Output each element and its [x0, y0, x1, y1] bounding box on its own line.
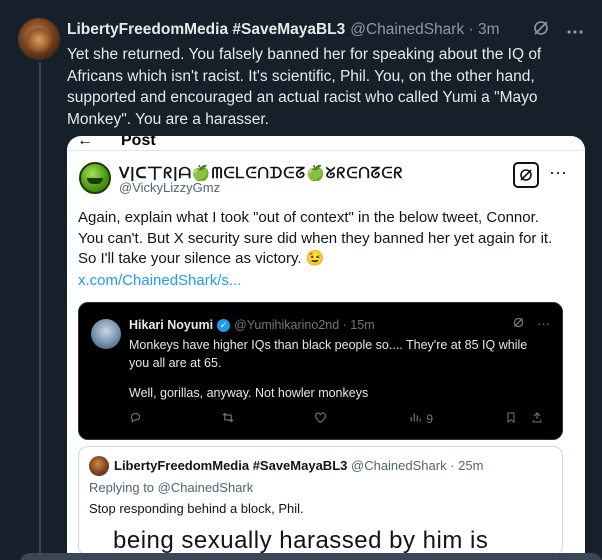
verified-badge-icon: ✓ [217, 318, 231, 332]
author-name[interactable]: LibertyFreedomMedia #SaveMayaBL3 [67, 21, 345, 39]
post-text: Yet she returned. You falsely banned her… [67, 46, 542, 128]
embedded-header: Hikari Noyumi ✓ @Yumihikarino2nd · 15m [129, 318, 375, 332]
reply-icon [129, 411, 142, 427]
avatar[interactable] [18, 18, 60, 60]
embedded-name: Hikari Noyumi [129, 318, 214, 332]
views-icon: 9 [409, 411, 433, 426]
grok-icon[interactable] [532, 19, 550, 42]
image-header: ← Post [77, 136, 156, 150]
embedded-avatar [91, 319, 121, 349]
embedded-text: Monkeys have higher IQs than black peopl… [129, 338, 528, 400]
views-count: 9 [426, 412, 434, 426]
grok-icon [512, 316, 525, 332]
quoted-link: x.com/ChainedShark/s... [78, 272, 242, 289]
reply-header: LibertyFreedomMedia #SaveMayaBL3 @Chaine… [114, 458, 483, 473]
quoted-text: Again, explain what I took "out of conte… [78, 209, 553, 267]
divider [67, 150, 585, 151]
quoted-avatar [79, 162, 111, 194]
overlay-caption: being sexually harassed by him is [113, 527, 489, 554]
thread-line [39, 62, 41, 560]
bottom-bar [20, 553, 602, 560]
bookmark-icon [505, 411, 517, 427]
attached-image[interactable]: ← Post ᐯ|ᑕ丅ᖇ|ᗩ🍏ᗰᕮᒪᕮ́ᑎᗪᕮᘔ🍏ᘜᖇᕮᑎᘔᕮᖇ @VickyL… [67, 136, 585, 560]
share-icon [531, 411, 543, 427]
reply-text: Stop responding behind a block, Phil. [89, 501, 304, 516]
more-icon[interactable] [566, 22, 584, 40]
embedded-post: Hikari Noyumi ✓ @Yumihikarino2nd · 15m ·… [78, 302, 563, 440]
embedded-actions: 9 [129, 411, 549, 429]
more-icon: ··· [537, 316, 550, 331]
more-icon: ··· [549, 162, 567, 182]
reply-avatar [89, 456, 109, 476]
replying-to: Replying to @ChainedShark [89, 480, 254, 495]
embedded-icons: ··· [512, 316, 550, 332]
post-time[interactable]: · 3m [469, 21, 500, 38]
like-icon [314, 411, 327, 427]
reply-handle: @ChainedShark · 25m [351, 458, 484, 473]
quoted-handle: @VickyLizzyGmz [119, 180, 221, 195]
reply-name: LibertyFreedomMedia #SaveMayaBL3 [114, 458, 348, 473]
header-icons [532, 19, 584, 42]
reply-post: LibertyFreedomMedia #SaveMayaBL3 @Chaine… [78, 446, 563, 556]
retweet-icon [221, 411, 235, 427]
post-header: LibertyFreedomMedia #SaveMayaBL3 @Chaine… [67, 19, 592, 41]
author-handle[interactable]: @ChainedShark · 3m [350, 21, 499, 39]
back-arrow-icon: ← [77, 136, 93, 149]
embedded-handle: @Yumihikarino2nd · 15m [234, 318, 375, 332]
image-header-title: Post [121, 136, 156, 149]
grok-icon [513, 162, 539, 188]
